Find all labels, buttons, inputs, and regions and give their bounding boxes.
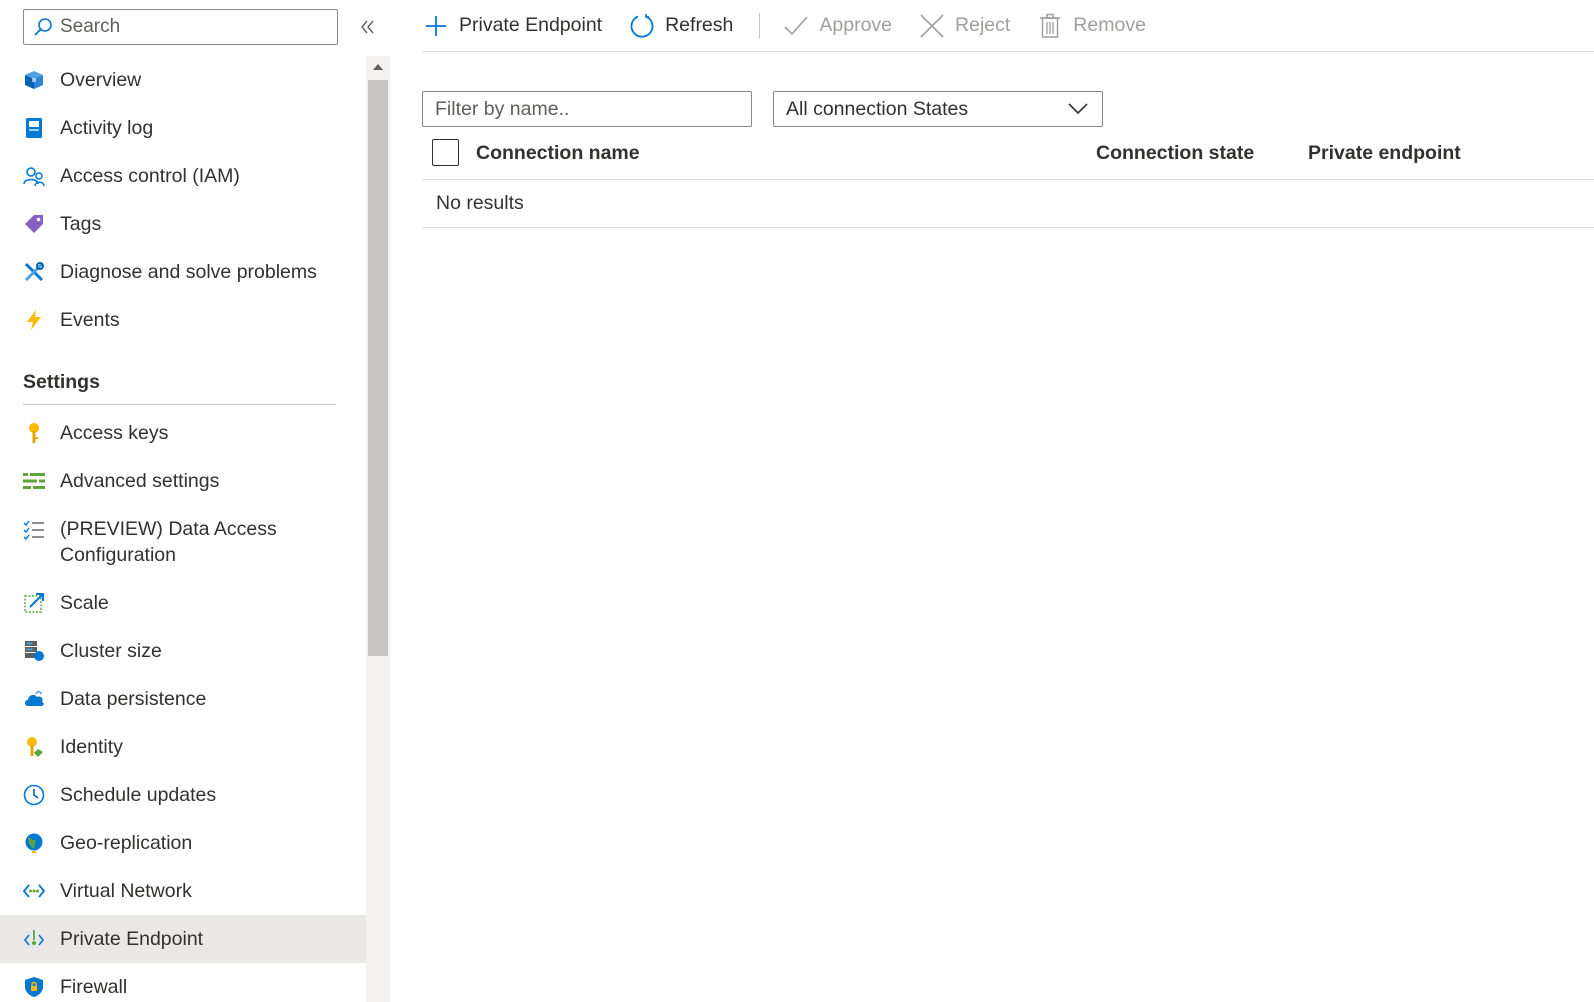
menu-search-input[interactable] [60,16,330,38]
menu-item-virtual-network[interactable]: Virtual Network [0,867,366,915]
menu-item-label: Identity [60,735,123,758]
menu-item-label: Scale [60,591,109,614]
tag-icon [23,213,45,235]
wrench-icon [23,261,45,283]
menu-item-private-endpoint[interactable]: Private Endpoint [0,915,366,963]
access-control-icon [23,165,45,187]
search-icon [32,16,54,38]
refresh-button[interactable]: Refresh [628,6,733,46]
menu-list: Overview Activity log Access control (IA… [0,56,366,1002]
menu-item-label: Cluster size [60,639,162,662]
scroll-up-arrow-icon[interactable] [366,56,390,78]
menu-item-label: Diagnose and solve problems [60,260,317,283]
filter-by-name-input[interactable] [422,91,752,127]
menu-item-schedule-updates[interactable]: Schedule updates [0,771,366,819]
add-private-endpoint-label: Private Endpoint [459,14,603,36]
menu-item-label: Schedule updates [60,783,217,806]
remove-button[interactable]: Remove [1036,6,1146,46]
settings-section-header: Settings [23,371,100,393]
menu-item-label: Access keys [60,421,169,444]
menu-item-data-persistence[interactable]: Data persistence [0,675,366,723]
command-bar: Private Endpoint Refresh Approve Reject [422,0,1594,52]
menu-item-label: Overview [60,68,142,91]
menu-item-advanced-settings[interactable]: Advanced settings [0,457,366,505]
toolbar-separator [759,12,761,39]
empty-state-text: No results [422,180,1594,228]
cloud-icon [23,688,45,710]
shield-icon [23,976,45,998]
menu-item-activity-log[interactable]: Activity log [0,104,366,152]
menu-item-tags[interactable]: Tags [0,200,366,248]
menu-item-label: Private Endpoint [60,927,204,950]
remove-label: Remove [1073,14,1146,36]
key-icon [23,422,45,444]
menu-item-diagnose[interactable]: Diagnose and solve problems [0,248,366,296]
menu-item-label: (PREVIEW) Data Access Configuration [60,518,277,566]
table-header-row: Connection name Connection state Private… [422,132,1594,180]
resource-menu: Overview Activity log Access control (IA… [0,0,392,1002]
menu-item-label: Activity log [60,116,154,139]
reject-button[interactable]: Reject [918,6,1010,46]
section-divider [23,404,336,405]
scrollbar-thumb[interactable] [368,80,388,656]
lightning-icon [23,309,45,331]
connection-state-value: All connection States [786,97,969,120]
overview-icon [23,69,45,91]
menu-item-identity[interactable]: Identity [0,723,366,771]
menu-item-cluster-size[interactable]: Cluster size [0,627,366,675]
approve-label: Approve [819,14,893,36]
menu-item-events[interactable]: Events [0,296,366,344]
select-all-checkbox[interactable] [432,139,459,166]
menu-item-label: Tags [60,212,102,235]
double-chevron-left-icon [361,20,374,34]
menu-scrollbar[interactable] [366,56,390,1002]
reject-label: Reject [955,14,1011,36]
refresh-label: Refresh [665,14,734,36]
connection-state-dropdown[interactable]: All connection States [773,91,1103,127]
checklist-icon [23,519,45,541]
menu-item-label: Events [60,308,120,331]
menu-item-label: Data persistence [60,687,207,710]
identity-icon [23,736,45,758]
menu-item-label: Firewall [60,975,128,998]
chevron-down-icon [1068,98,1088,121]
menu-item-geo-replication[interactable]: Geo-replication [0,819,366,867]
advanced-settings-icon [23,470,45,492]
close-icon [918,12,946,40]
cluster-size-icon [23,640,45,662]
menu-item-label: Access control (IAM) [60,164,240,187]
trash-icon [1036,12,1064,40]
checkmark-icon [782,12,810,40]
menu-item-label: Advanced settings [60,469,220,492]
plus-icon [422,12,450,40]
menu-item-access-keys[interactable]: Access keys [0,409,366,457]
globe-icon [23,832,45,854]
collapse-menu-button[interactable] [356,14,380,40]
menu-item-label: Geo-replication [60,831,193,854]
scale-icon [23,592,45,614]
private-endpoint-icon [23,928,45,950]
menu-item-data-access-configuration[interactable]: (PREVIEW) Data Access Configuration [0,505,366,579]
column-header-connection-name[interactable]: Connection name [476,142,640,165]
menu-search-box[interactable] [23,9,338,45]
menu-item-firewall[interactable]: Firewall [0,963,366,1002]
clock-icon [23,784,45,806]
column-header-connection-state[interactable]: Connection state [1096,142,1254,165]
add-private-endpoint-button[interactable]: Private Endpoint [422,6,602,46]
menu-item-access-control[interactable]: Access control (IAM) [0,152,366,200]
approve-button[interactable]: Approve [782,6,892,46]
menu-item-label: Virtual Network [60,879,192,902]
refresh-icon [628,12,656,40]
menu-item-scale[interactable]: Scale [0,579,366,627]
virtual-network-icon [23,880,45,902]
menu-item-overview[interactable]: Overview [0,56,366,104]
column-header-private-endpoint[interactable]: Private endpoint [1308,142,1461,165]
activity-log-icon [23,117,45,139]
connections-table: Connection name Connection state Private… [422,132,1594,228]
